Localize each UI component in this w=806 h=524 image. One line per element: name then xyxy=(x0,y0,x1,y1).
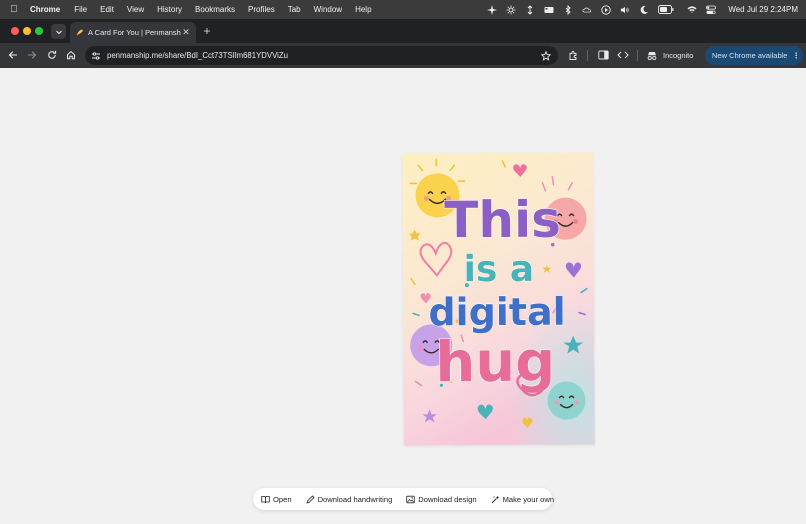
battery-icon[interactable] xyxy=(658,5,674,15)
menu-file[interactable]: File xyxy=(74,5,87,14)
menu-history[interactable]: History xyxy=(157,5,182,14)
download-handwriting-label: Download handwriting xyxy=(317,494,393,504)
reload-icon[interactable] xyxy=(46,49,58,61)
tab-close-icon[interactable]: ✕ xyxy=(181,27,191,38)
url-text[interactable]: penmanship.me/share/BdI_Cct73TSIlm681YDV… xyxy=(107,51,540,60)
minimize-window-button[interactable] xyxy=(23,27,31,35)
side-panel-icon[interactable] xyxy=(597,49,609,61)
macos-menu-bar:  Chrome File Edit View History Bookmark… xyxy=(0,0,806,19)
transfer-icon[interactable] xyxy=(525,4,535,15)
chrome-toolbar: penmanship.me/share/BdI_Cct73TSIlm681YDV… xyxy=(0,43,806,68)
menu-edit[interactable]: Edit xyxy=(100,5,114,14)
incognito-icon xyxy=(646,51,658,61)
menu-profiles[interactable]: Profiles xyxy=(248,5,275,14)
card-reader-icon[interactable] xyxy=(544,5,554,15)
tab-title: A Card For You | Penmanship xyxy=(88,28,181,37)
brightness-icon[interactable] xyxy=(506,5,516,15)
bluetooth-icon[interactable] xyxy=(563,4,573,15)
apple-menu-icon[interactable]:  xyxy=(10,0,20,19)
download-design-button[interactable]: Download design xyxy=(406,494,477,504)
card-action-bar: Open Download handwriting Download desig… xyxy=(253,488,555,510)
download-design-label: Download design xyxy=(418,494,477,504)
open-label: Open xyxy=(273,494,292,504)
forward-arrow-icon[interactable] xyxy=(26,49,38,61)
site-info-icon[interactable] xyxy=(90,50,102,62)
book-open-icon xyxy=(261,495,270,504)
volume-icon[interactable] xyxy=(620,5,630,15)
play-circle-icon[interactable] xyxy=(601,4,611,15)
more-menu-icon[interactable]: ⋮ xyxy=(792,51,800,60)
bookmark-star-icon[interactable] xyxy=(540,50,552,62)
card-line-1: This xyxy=(444,191,561,250)
fullscreen-window-button[interactable] xyxy=(35,27,43,35)
developer-code-icon[interactable] xyxy=(617,49,629,61)
cloud-sync-icon[interactable] xyxy=(582,5,592,15)
chevron-down-icon xyxy=(55,30,62,34)
menu-bookmarks[interactable]: Bookmarks xyxy=(195,5,235,14)
menu-view[interactable]: View xyxy=(127,5,144,14)
open-button[interactable]: Open xyxy=(261,495,292,504)
card-line-4: hug xyxy=(435,330,555,396)
pen-icon xyxy=(306,494,315,504)
card-line-2: is a xyxy=(463,249,534,290)
card-artwork: This is a digital hug xyxy=(402,152,595,446)
penmanship-favicon-icon xyxy=(76,29,84,37)
make-your-own-label: Make your own xyxy=(502,494,555,504)
magic-wand-icon xyxy=(491,495,500,504)
menu-app-name[interactable]: Chrome xyxy=(30,5,60,14)
focus-moon-icon[interactable] xyxy=(639,5,649,15)
control-center-icon[interactable] xyxy=(706,5,717,15)
menu-window[interactable]: Window xyxy=(314,5,342,14)
download-handwriting-button[interactable]: Download handwriting xyxy=(306,494,393,504)
chrome-tab-strip: A Card For You | Penmanship ✕ + xyxy=(0,19,806,43)
extensions-puzzle-icon[interactable] xyxy=(567,49,579,61)
active-tab[interactable]: A Card For You | Penmanship ✕ xyxy=(70,22,196,43)
menu-help[interactable]: Help xyxy=(355,5,371,14)
incognito-label: Incognito xyxy=(663,51,694,60)
wifi-icon[interactable] xyxy=(687,5,697,15)
sparkle-icon[interactable] xyxy=(487,4,498,15)
new-tab-button[interactable]: + xyxy=(201,25,213,37)
menubar-clock[interactable]: Wed Jul 29 2:24PM xyxy=(728,5,798,14)
card-line-3: digital xyxy=(428,290,566,335)
menu-tab[interactable]: Tab xyxy=(288,5,301,14)
close-window-button[interactable] xyxy=(11,27,19,35)
address-bar[interactable]: penmanship.me/share/BdI_Cct73TSIlm681YDV… xyxy=(85,46,558,65)
make-your-own-button[interactable]: Make your own xyxy=(491,494,555,504)
update-label: New Chrome available xyxy=(712,51,788,60)
tab-search-button[interactable] xyxy=(51,24,66,39)
card-lettering: This is a digital hug xyxy=(428,190,567,396)
greeting-card: This is a digital hug xyxy=(402,152,595,446)
toolbar-divider xyxy=(587,50,588,61)
toolbar-divider xyxy=(637,50,638,61)
incognito-indicator[interactable]: Incognito xyxy=(646,48,693,63)
image-icon xyxy=(406,495,415,504)
page-content: This is a digital hug Open Download hand… xyxy=(0,68,806,524)
status-area: Wed Jul 29 2:24PM xyxy=(478,0,798,19)
chrome-update-button[interactable]: New Chrome available ⋮ xyxy=(705,46,803,65)
home-icon[interactable] xyxy=(65,49,77,61)
back-arrow-icon[interactable] xyxy=(7,49,19,61)
